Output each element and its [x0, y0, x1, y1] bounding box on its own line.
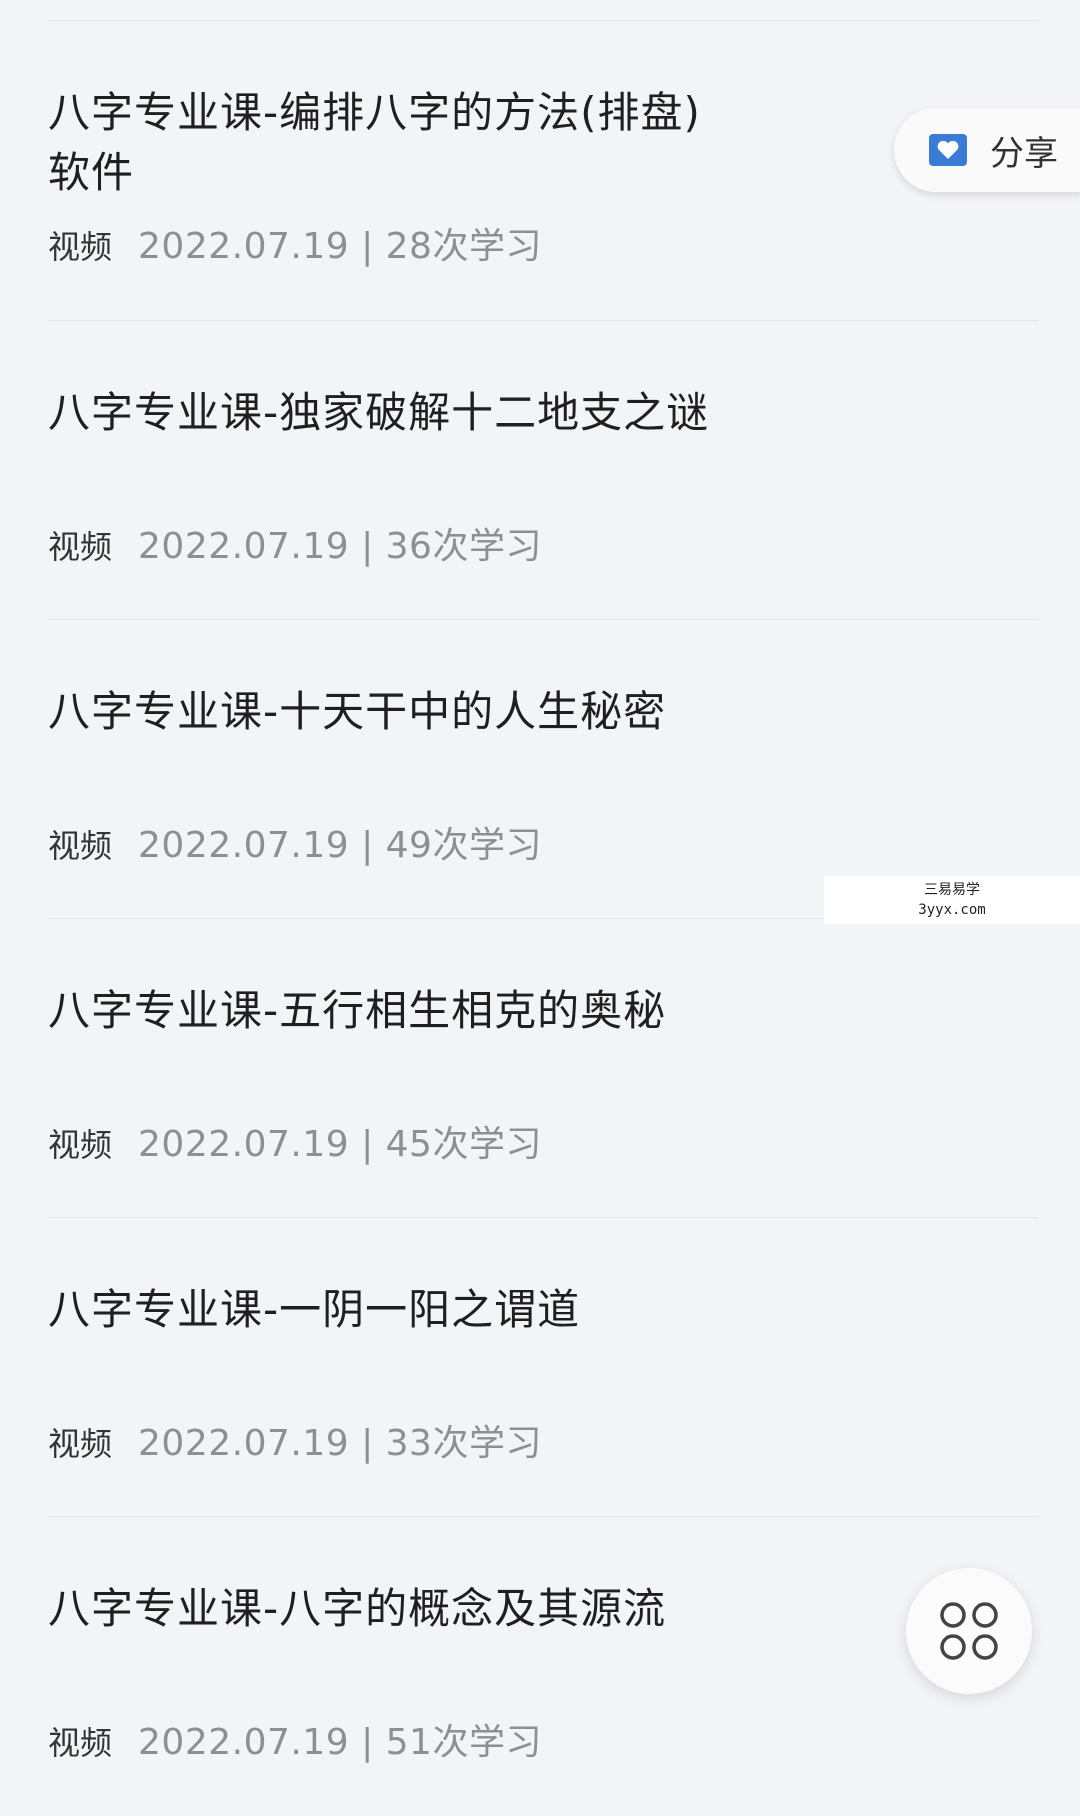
- share-button[interactable]: 分享: [894, 108, 1080, 192]
- grid-menu-icon: [940, 1602, 998, 1660]
- heart-envelope-icon: [929, 134, 967, 166]
- item-type: 视频: [48, 528, 113, 566]
- item-type: 视频: [48, 1724, 113, 1762]
- item-info: 2022.07.19 | 33次学习: [138, 1423, 542, 1464]
- item-meta: 视频 2022.07.19 | 51次学习: [48, 1718, 542, 1768]
- item-type: 视频: [48, 1425, 113, 1463]
- menu-fab-button[interactable]: [906, 1568, 1032, 1694]
- watermark-url: 3yyx.com: [918, 902, 986, 918]
- watermark-name: 三易易学: [924, 882, 980, 898]
- list-item[interactable]: 八字专业课-十天干中的人生秘密 视频 2022.07.19 | 49次学习: [0, 620, 1080, 919]
- item-info: 2022.07.19 | 51次学习: [138, 1722, 542, 1763]
- item-info: 2022.07.19 | 45次学习: [138, 1124, 542, 1165]
- item-meta: 视频 2022.07.19 | 49次学习: [48, 821, 542, 871]
- item-title: 八字专业课-一阴一阳之谓道: [48, 1285, 581, 1334]
- list-item[interactable]: 八字专业课-独家破解十二地支之谜 视频 2022.07.19 | 36次学习: [0, 321, 1080, 620]
- item-title: 八字专业课-十天干中的人生秘密: [48, 687, 667, 736]
- item-meta: 视频 2022.07.19 | 45次学习: [48, 1120, 542, 1170]
- item-meta: 视频 2022.07.19 | 36次学习: [48, 522, 542, 572]
- item-info: 2022.07.19 | 49次学习: [138, 825, 542, 866]
- item-info: 2022.07.19 | 28次学习: [138, 226, 542, 267]
- watermark: 三易易学 3yyx.com: [824, 876, 1080, 924]
- item-title: 八字专业课-五行相生相克的奥秘: [48, 986, 667, 1035]
- item-title: 八字专业课-八字的概念及其源流: [48, 1584, 667, 1633]
- item-meta: 视频 2022.07.19 | 33次学习: [48, 1419, 542, 1469]
- share-label: 分享: [990, 133, 1058, 174]
- item-type: 视频: [48, 228, 113, 266]
- item-title: 八字专业课-独家破解十二地支之谜: [48, 388, 710, 437]
- item-title: 八字专业课-编排八字的方法(排盘)软件: [48, 88, 701, 197]
- list-item[interactable]: 八字专业课-五行相生相克的奥秘 视频 2022.07.19 | 45次学习: [0, 919, 1080, 1218]
- item-meta: 视频 2022.07.19 | 28次学习: [48, 222, 542, 272]
- item-type: 视频: [48, 1126, 113, 1164]
- item-type: 视频: [48, 827, 113, 865]
- item-info: 2022.07.19 | 36次学习: [138, 526, 542, 567]
- list-item[interactable]: 八字专业课-一阴一阳之谓道 视频 2022.07.19 | 33次学习: [0, 1218, 1080, 1517]
